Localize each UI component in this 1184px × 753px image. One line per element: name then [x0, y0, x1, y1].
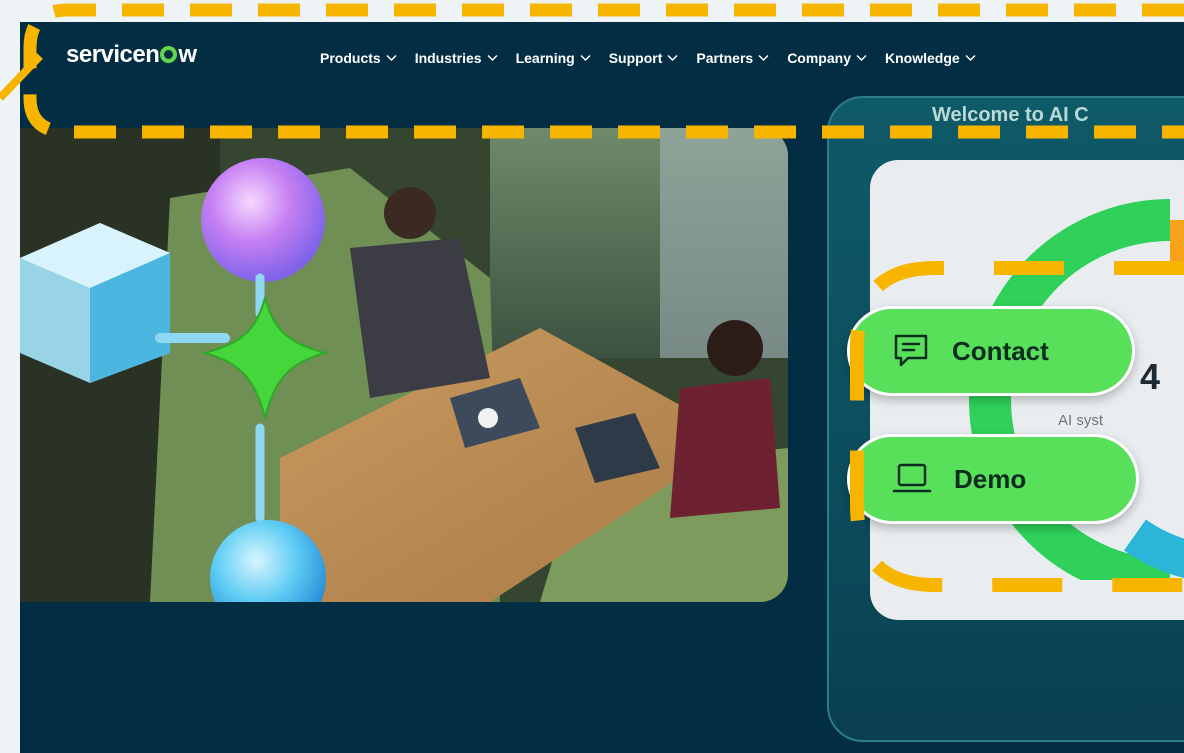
- contact-button-label: Contact: [952, 335, 1049, 366]
- chevron-down-icon: [965, 54, 976, 62]
- logo-text-start: servicen: [66, 41, 160, 68]
- chevron-down-icon: [758, 54, 769, 62]
- nav-item-partners[interactable]: Partners: [696, 50, 769, 66]
- servicenow-logo[interactable]: servicen w: [66, 41, 197, 69]
- nav-item-company[interactable]: Company: [787, 50, 867, 66]
- top-navigation-bar: servicen w Products Industries Learning S…: [20, 22, 1184, 98]
- nav-item-knowledge[interactable]: Knowledge: [885, 50, 976, 66]
- hero-illustration: [20, 128, 788, 602]
- demo-button-label: Demo: [954, 463, 1027, 494]
- chevron-down-icon: [856, 54, 867, 62]
- nav-item-learning[interactable]: Learning: [516, 50, 591, 66]
- nav-item-label: Company: [787, 50, 851, 66]
- nav-item-label: Knowledge: [884, 50, 960, 66]
- chevron-down-icon: [667, 54, 678, 62]
- ai-stat-caption: AI syst: [1058, 412, 1104, 429]
- logo-o-mark-icon: [160, 46, 178, 63]
- nav-item-label: Support: [608, 50, 663, 66]
- nav-menu: Products Industries Learning Support Par…: [320, 50, 976, 66]
- chevron-down-icon: [386, 54, 397, 62]
- nav-item-label: Learning: [515, 50, 575, 66]
- nav-item-label: Products: [320, 50, 381, 66]
- demo-button[interactable]: Demo: [847, 434, 1139, 524]
- nav-item-support[interactable]: Support: [609, 50, 679, 66]
- logo-text-end: w: [178, 41, 197, 68]
- nav-item-products[interactable]: Products: [320, 50, 397, 66]
- laptop-icon: [892, 463, 932, 493]
- chat-message-icon: [894, 334, 928, 367]
- ai-card-title: Welcome to AI C: [932, 104, 1089, 126]
- hero-image: [20, 128, 788, 602]
- nav-item-label: Industries: [414, 50, 482, 66]
- nav-item-industries[interactable]: Industries: [415, 50, 498, 66]
- nav-item-label: Partners: [696, 50, 754, 66]
- ai-stat-number: 4: [1140, 356, 1161, 397]
- chevron-down-icon: [487, 54, 498, 62]
- chevron-down-icon: [580, 54, 591, 62]
- contact-button[interactable]: Contact: [847, 306, 1135, 396]
